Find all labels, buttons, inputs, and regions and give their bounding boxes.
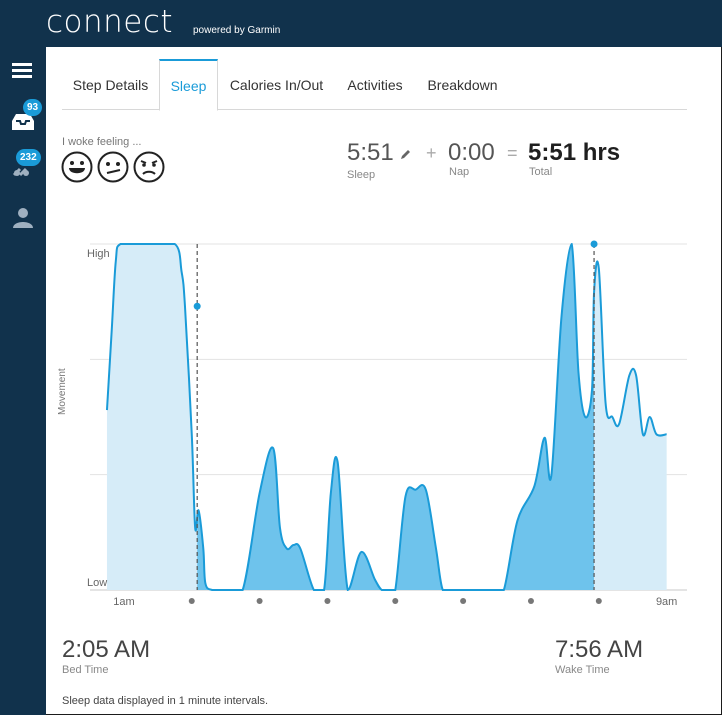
wake-time-value: 7:56 AM bbox=[555, 636, 644, 663]
tab-breakdown[interactable]: Breakdown bbox=[415, 59, 510, 110]
neutral-face-icon[interactable] bbox=[97, 151, 129, 183]
side-navigation: 93 232 bbox=[0, 47, 46, 715]
connections-badge: 232 bbox=[16, 149, 41, 166]
wake-time-label: Wake Time bbox=[555, 664, 610, 676]
tab-step-details[interactable]: Step Details bbox=[62, 59, 159, 110]
x-axis-hour-dot bbox=[392, 598, 399, 604]
bed-time-value: 2:05 AM bbox=[62, 636, 151, 663]
tab-sleep[interactable]: Sleep bbox=[159, 59, 218, 111]
sleep-movement-chart[interactable]: High Low 1am 9am bbox=[60, 230, 700, 610]
app-logo[interactable]: connect bbox=[46, 4, 173, 40]
x-tick-label: 1am bbox=[113, 596, 134, 608]
powered-by-label: powered by Garmin bbox=[193, 25, 281, 36]
total-label: Total bbox=[529, 166, 553, 178]
user-icon[interactable] bbox=[10, 205, 36, 231]
plus-sign: + bbox=[426, 143, 437, 163]
tab-bar: Step Details Sleep Calories In/Out Activ… bbox=[62, 59, 687, 111]
x-axis-hour-dot bbox=[188, 598, 195, 604]
inbox-badge: 93 bbox=[23, 99, 43, 116]
interval-footnote: Sleep data displayed in 1 minute interva… bbox=[62, 695, 269, 707]
x-axis-hour-dot bbox=[595, 598, 602, 604]
unhappy-face-icon[interactable] bbox=[133, 151, 165, 183]
tab-activities[interactable]: Activities bbox=[335, 59, 415, 110]
wake-time-point bbox=[590, 240, 598, 248]
sleep-label: Sleep bbox=[347, 169, 376, 181]
woke-feeling-label: I woke feeling ... bbox=[62, 136, 142, 148]
happy-face-icon[interactable] bbox=[61, 151, 93, 183]
nap-label: Nap bbox=[449, 166, 470, 178]
tab-calories[interactable]: Calories In/Out bbox=[218, 59, 335, 110]
edit-pencil-icon[interactable] bbox=[399, 148, 412, 161]
total-duration-value: 5:51 hrs bbox=[528, 139, 621, 166]
hamburger-icon[interactable] bbox=[12, 63, 32, 79]
x-axis-hour-dot bbox=[527, 598, 534, 604]
x-axis-hour-dot bbox=[256, 598, 263, 604]
bed-time-point bbox=[193, 302, 201, 310]
x-tick-label: 9am bbox=[656, 596, 677, 608]
y-tick-label: Low bbox=[87, 577, 107, 589]
top-bar: connect powered by Garmin bbox=[0, 0, 722, 47]
y-tick-label: High bbox=[87, 248, 110, 260]
equals-sign: = bbox=[507, 143, 518, 163]
bed-time-label: Bed Time bbox=[62, 664, 109, 676]
x-axis-hour-dot bbox=[324, 598, 331, 604]
nap-duration-value: 0:00 bbox=[448, 139, 495, 166]
sleep-duration-value: 5:51 bbox=[347, 139, 394, 166]
x-axis-hour-dot bbox=[460, 598, 467, 604]
